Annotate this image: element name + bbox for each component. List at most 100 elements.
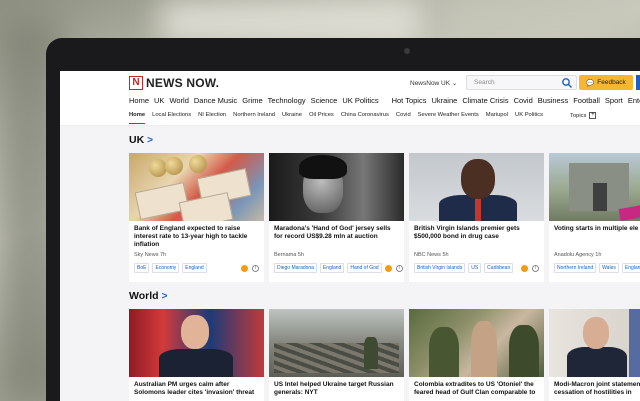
tag[interactable]: England [621,263,640,273]
stack-icon[interactable] [241,264,248,272]
nav-item-football[interactable]: Football [573,96,600,108]
tag[interactable]: Economy [152,263,180,273]
subnav-item-mariupol[interactable]: Mariupol [486,112,508,124]
news-card[interactable]: Maradona's 'Hand of God' jersey sells fo… [269,153,404,282]
tag-list: BoE Economy England i [134,263,259,273]
main-content: UK > Bank of England expected to raise i… [60,126,640,401]
subnav-item-severe-weather-events[interactable]: Severe Weather Events [418,112,479,124]
info-icon[interactable]: i [252,264,259,272]
nav-item-home[interactable]: Home [129,96,149,108]
feedback-button[interactable]: 💬 Feedback [579,75,633,90]
subnav-item-ni-election[interactable]: NI Election [198,112,226,124]
tag[interactable]: Wales [599,263,619,273]
nav-item-uk-politics[interactable]: UK Politics [342,96,378,108]
stack-icon[interactable] [521,264,528,272]
nav-item-climate-crisis[interactable]: Climate Crisis [462,96,508,108]
site-logo[interactable]: N NEWS NOW. [129,76,219,90]
subnav-item-china-coronavirus[interactable]: China Coronavirus [341,112,389,124]
search-placeholder: Search [474,79,495,86]
tag[interactable]: England [182,263,207,273]
nav-item-uk[interactable]: UK [154,96,164,108]
article-title[interactable]: Voting starts in multiple ele across UK [554,225,640,249]
tag[interactable]: Diego Maradona [274,263,317,273]
section-title-uk[interactable]: UK > [129,134,153,146]
article-title[interactable]: Maradona's 'Hand of God' jersey sells fo… [274,225,399,249]
news-card[interactable]: British Virgin Islands premier gets $500… [409,153,544,282]
article-source: Sky News [134,252,159,258]
article-image[interactable] [129,153,264,221]
nav-item-grime[interactable]: Grime [242,96,262,108]
article-image[interactable] [549,309,640,377]
nav-item-entert[interactable]: Entert [628,96,640,108]
tag-list: Northern Ireland Wales England [554,263,640,273]
logo-text: NEWS NOW. [146,76,220,90]
article-title[interactable]: Colombia extradites to US 'Otoniel' the … [414,381,539,401]
nav-item-ukraine[interactable]: Ukraine [431,96,457,108]
nav-item-technology[interactable]: Technology [268,96,306,108]
subnav-item-local-elections[interactable]: Local Elections [152,112,191,124]
chevron-right-icon: > [161,290,168,302]
news-card[interactable]: Modi-Macron joint statement seeks cessat… [549,309,640,401]
article-title[interactable]: US Intel helped Ukraine target Russian g… [274,381,399,401]
tag-list: British Virgin Islands US Caribbean i [414,263,539,273]
info-icon[interactable]: i [532,264,539,272]
article-image[interactable] [269,309,404,377]
nav-item-dance-music[interactable]: Dance Music [194,96,237,108]
news-card[interactable]: Australian PM urges calm after Solomons … [129,309,264,401]
news-card[interactable]: US Intel helped Ukraine target Russian g… [269,309,404,401]
logo-mark: N [129,76,143,90]
news-card[interactable]: Colombia extradites to US 'Otoniel' the … [409,309,544,401]
article-age: 5h [442,252,449,258]
topics-label: Topics [570,112,587,119]
article-title[interactable]: Modi-Macron joint statement seeks cessat… [554,381,640,401]
article-age: 5h [297,252,304,258]
top-bar: N NEWS NOW. NewsNow UK ⌄ Search 💬 Feedba… [60,71,640,95]
secondary-nav: Home Local Elections NI Election Northern I… [129,112,550,124]
nav-item-hot-topics[interactable]: Hot Topics [392,96,427,108]
tag[interactable]: Hand of God [347,263,382,273]
tag[interactable]: Northern Ireland [554,263,597,273]
article-image[interactable] [269,153,404,221]
info-icon[interactable]: i [395,264,403,272]
subnav-item-northern-ireland[interactable]: Northern Ireland [233,112,275,124]
tag[interactable]: Caribbean [484,263,514,273]
article-title[interactable]: British Virgin Islands premier gets $500… [414,225,539,249]
subnav-item-ukraine[interactable]: Ukraine [282,112,302,124]
nav-item-business[interactable]: Business [538,96,568,108]
article-source: Bernama [274,252,297,258]
article-source: NBC News [414,252,441,258]
nav-item-world[interactable]: World [169,96,188,108]
tag[interactable]: England [319,263,345,273]
article-image[interactable] [409,153,544,221]
chat-icon: 💬 [586,79,595,87]
article-image[interactable] [129,309,264,377]
nav-item-sport[interactable]: Sport [605,96,623,108]
stack-icon[interactable] [384,264,392,272]
subnav-item-home[interactable]: Home [129,112,146,124]
article-title[interactable]: Australian PM urges calm after Solomons … [134,381,259,401]
tag[interactable]: US [468,263,482,273]
subnav-item-covid[interactable]: Covid [396,112,411,124]
tag[interactable]: British Virgin Islands [414,263,466,273]
search-icon[interactable] [561,77,573,89]
news-card[interactable]: Bank of England expected to raise intere… [129,153,264,282]
news-card[interactable]: Voting starts in multiple ele across UK … [549,153,640,282]
section-title-text: World [129,290,159,302]
menu-button[interactable] [636,75,640,90]
article-meta: Sky News 7h [134,252,259,258]
article-title[interactable]: Bank of England expected to raise intere… [134,225,259,249]
section-title-world[interactable]: World > [129,290,167,302]
article-source: Anadolu Agency [554,252,594,258]
article-image[interactable] [409,309,544,377]
nav-item-covid[interactable]: Covid [514,96,533,108]
edition-selector[interactable]: NewsNow UK ⌄ [410,79,457,87]
article-age: 1h [595,252,602,258]
nav-item-science[interactable]: Science [311,96,338,108]
subnav-item-oil-prices[interactable]: Oil Prices [309,112,334,124]
tag[interactable]: BoE [134,263,150,273]
topics-button[interactable]: Topics + [570,112,597,119]
chevron-down-icon: ⌄ [451,80,458,87]
subnav-item-uk-politics[interactable]: UK Politics [515,112,543,124]
article-image[interactable] [549,153,640,221]
webcam [404,48,410,54]
